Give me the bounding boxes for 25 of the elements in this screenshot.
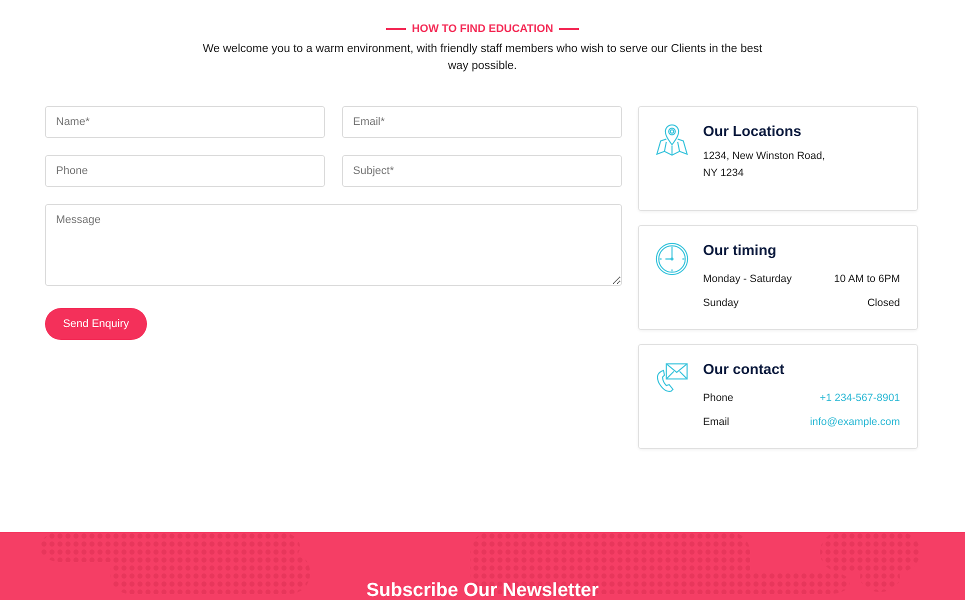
contact-link[interactable]: +1 234-567-8901 [820,386,900,410]
info-label: Monday - Saturday [703,272,792,287]
input-field[interactable]: Subject* [342,155,622,187]
card-title: Our timing [703,243,778,259]
send-enquiry-button[interactable]: Send Enquiry [45,308,147,340]
intro-text: We welcome you to a warm environment, with friendly staff members who wish to serve our Clients in the best way possible. [202,42,762,74]
info-label: Phone [703,391,734,406]
map-pin-icon [655,123,689,157]
newsletter-title: Subscribe Our Newsletter [365,580,600,600]
contact-link[interactable]: info@example.com [810,410,900,434]
input-field[interactable]: Email* [342,106,622,138]
section-eyebrow: HOW TO FIND EDUCATION [412,23,554,35]
message-field[interactable]: Message [45,204,622,286]
info-label: Email [703,415,730,430]
input-field[interactable]: Phone [45,155,325,187]
info-label: Sunday [703,296,739,311]
card-title: Our Locations [703,124,802,140]
clock-icon [655,242,689,276]
address-line: NY 1234 [703,166,745,181]
input-field[interactable]: Name* [45,106,325,138]
info-value: 10 AM to 6PM [834,272,900,287]
card-title: Our contact [703,362,786,378]
phone-envelope-icon [655,361,689,395]
info-value: Closed [867,296,900,311]
address-line: 1234, New Winston Road, [703,149,826,164]
